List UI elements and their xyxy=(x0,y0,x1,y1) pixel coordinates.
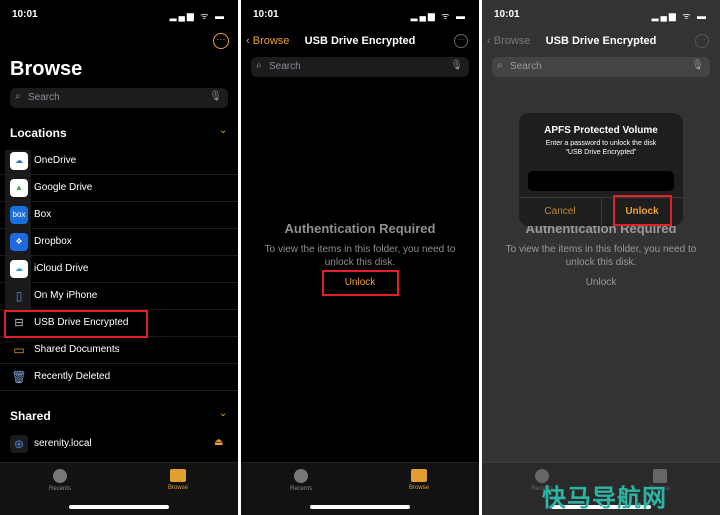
usb-drive-screen: 10:01 ▂▄▆ ᯤ ▬ ‹ Browse USB Drive Encrypt… xyxy=(241,0,479,515)
tab-label: Recents xyxy=(289,486,312,492)
location-recently-deleted[interactable]: 🗑 Recently Deleted xyxy=(0,364,238,391)
search-icon: ⌕ xyxy=(497,60,503,71)
highlight-box xyxy=(613,195,672,226)
microphone-icon[interactable]: 🎙 xyxy=(450,60,463,71)
dialog-message-line1: Enter a password to unlock the disk xyxy=(545,140,657,147)
dialog-title: APFS Protected Volume xyxy=(544,125,658,136)
search-placeholder: Search xyxy=(28,92,60,103)
clock-icon xyxy=(53,469,67,483)
nav-title: USB Drive Encrypted xyxy=(545,35,657,47)
highlight-box xyxy=(322,270,399,296)
location-box[interactable]: box Box xyxy=(0,202,238,229)
search-placeholder: Search xyxy=(510,61,542,72)
search-input[interactable]: ⌕ Search 🎙 xyxy=(251,57,469,77)
google-drive-icon: ▲ xyxy=(10,179,28,197)
shared-label: serenity.local xyxy=(34,438,92,449)
location-label: On My iPhone xyxy=(34,290,98,301)
tab-browse[interactable]: Browse xyxy=(158,469,198,491)
box-icon: box xyxy=(10,206,28,224)
iphone-icon: ▯ xyxy=(15,289,23,303)
dialog-message-line2: “USB Drive Encrypted” xyxy=(565,149,637,156)
password-field[interactable] xyxy=(528,171,674,191)
location-on-my-iphone[interactable]: ▯ On My iPhone xyxy=(0,283,238,310)
shared-header: Shared xyxy=(10,409,51,423)
more-options-icon[interactable]: ··· xyxy=(213,33,229,49)
search-input[interactable]: ⌕ Search 🎙 xyxy=(10,88,228,108)
dropbox-icon: ❖ xyxy=(10,233,28,251)
tab-browse[interactable]: Browse xyxy=(399,469,439,491)
location-label: Box xyxy=(34,209,52,220)
clock-icon xyxy=(294,469,308,483)
more-options-icon[interactable]: ··· xyxy=(454,34,468,48)
folder-icon xyxy=(170,469,186,482)
auth-title: Authentication Required xyxy=(284,221,436,236)
more-options-icon[interactable]: ··· xyxy=(695,34,709,48)
auth-description: To view the items in this folder, you ne… xyxy=(264,244,456,268)
location-label: Dropbox xyxy=(34,236,72,247)
shared-serenity-local[interactable]: ⊕ serenity.local ⏏ xyxy=(0,431,238,458)
status-icons: ▂▄▆ ᯤ ▬ xyxy=(410,11,467,21)
chevron-down-icon[interactable]: ⌄ xyxy=(219,408,227,419)
trash-icon: 🗑 xyxy=(11,370,27,384)
search-input[interactable]: ⌕ Search 🎙 xyxy=(492,57,710,77)
tab-label: Recents xyxy=(48,486,71,492)
cancel-button[interactable]: Cancel xyxy=(519,206,601,217)
tab-recents[interactable]: Recents xyxy=(281,469,321,492)
chevron-down-icon[interactable]: ⌄ xyxy=(219,125,227,136)
eject-icon[interactable]: ⏏ xyxy=(214,437,223,448)
location-label: iCloud Drive xyxy=(34,263,89,274)
microphone-icon[interactable]: 🎙 xyxy=(209,91,222,102)
unlock-link[interactable]: Unlock xyxy=(482,277,720,288)
home-indicator xyxy=(310,505,410,509)
location-dropbox[interactable]: ❖ Dropbox xyxy=(0,229,238,256)
location-label: OneDrive xyxy=(34,155,77,166)
tab-label: Browse xyxy=(408,485,429,491)
globe-icon: ⊕ xyxy=(10,435,28,453)
microphone-icon[interactable]: 🎙 xyxy=(691,60,704,71)
unlock-dialog-screen: 10:01 ▂▄▆ ᯤ ▬ ‹ Browse USB Drive Encrypt… xyxy=(482,0,720,515)
location-icloud-drive[interactable]: ☁ iCloud Drive xyxy=(0,256,238,283)
tab-recents[interactable]: Recents xyxy=(40,469,80,492)
search-placeholder: Search xyxy=(269,61,301,72)
cloud-icon: ☁ xyxy=(10,152,28,170)
location-label: Shared Documents xyxy=(34,344,120,355)
status-time: 10:01 xyxy=(12,9,38,20)
locations-header: Locations xyxy=(10,126,67,140)
location-shared-documents[interactable]: ▭ Shared Documents xyxy=(0,337,238,364)
status-time: 10:01 xyxy=(253,9,279,20)
browse-screen: 10:01 ▂▄▆ ᯤ ▬ ··· Browse ⌕ Search 🎙 Loca… xyxy=(0,0,238,515)
home-indicator xyxy=(69,505,169,509)
folder-icon: ▭ xyxy=(13,343,25,357)
tab-label: Browse xyxy=(167,485,188,491)
location-onedrive[interactable]: ☁ OneDrive xyxy=(0,148,238,175)
watermark: 快马导航网 xyxy=(542,485,667,512)
location-label: Recently Deleted xyxy=(34,371,111,382)
status-icons: ▂▄▆ ᯤ ▬ xyxy=(651,11,708,21)
nav-title: USB Drive Encrypted xyxy=(304,35,416,47)
search-icon: ⌕ xyxy=(15,91,21,102)
icloud-icon: ☁ xyxy=(10,260,28,278)
page-title: Browse xyxy=(10,58,83,80)
auth-description: To view the items in this folder, you ne… xyxy=(505,244,697,268)
status-time: 10:01 xyxy=(494,9,520,20)
highlight-box xyxy=(4,310,148,338)
status-icons: ▂▄▆ ᯤ ▬ xyxy=(169,11,226,21)
location-label: Google Drive xyxy=(34,182,93,193)
search-icon: ⌕ xyxy=(256,60,262,71)
folder-icon xyxy=(411,469,427,482)
location-google-drive[interactable]: ▲ Google Drive xyxy=(0,175,238,202)
